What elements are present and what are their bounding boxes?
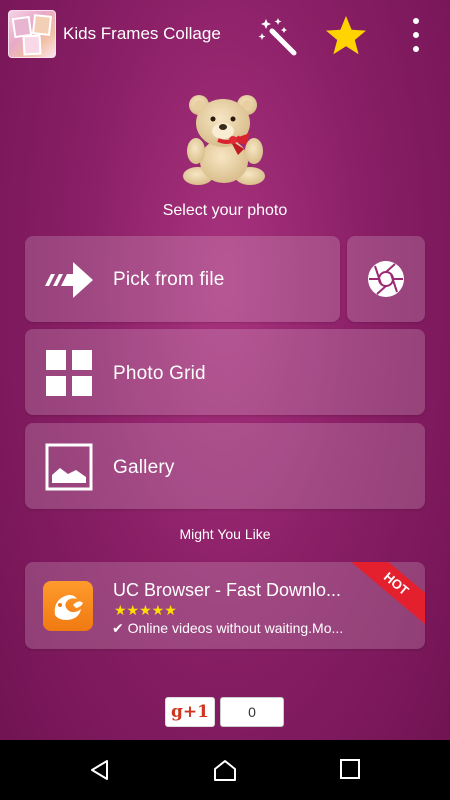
system-nav-bar: [0, 740, 450, 800]
google-plus-one-button[interactable]: g+1: [165, 697, 215, 727]
back-icon[interactable]: [88, 758, 112, 782]
more-vert-icon[interactable]: [402, 14, 430, 56]
arrow-icon: [45, 262, 93, 298]
gallery-label: Gallery: [113, 457, 175, 478]
ad-description: ✔ Online videos without waiting.Mo...: [112, 620, 344, 636]
uc-browser-icon: [43, 581, 93, 631]
app-title: Kids Frames Collage: [63, 24, 221, 43]
rating-stars: ★★★★★: [114, 602, 177, 618]
select-photo-label: Select your photo: [162, 202, 288, 219]
magic-wand-icon[interactable]: [258, 15, 300, 57]
plus-one-count: 0: [220, 697, 284, 727]
pick-from-file-label: Pick from file: [113, 269, 225, 290]
grid-icon: [46, 350, 92, 396]
photo-grid-button[interactable]: Photo Grid: [25, 329, 425, 415]
pick-from-file-button[interactable]: Pick from file: [25, 236, 340, 322]
ad-card-uc-browser[interactable]: UC Browser - Fast Downlo... ★★★★★ ✔ Onli…: [25, 562, 425, 649]
app-logo-icon: [8, 10, 56, 58]
hot-badge: HOT: [346, 562, 425, 629]
camera-shutter-icon: [368, 261, 404, 297]
hot-badge-label: HOT: [380, 569, 412, 599]
app-bar: Kids Frames Collage: [0, 0, 450, 70]
teddy-bear-icon: [183, 95, 265, 185]
star-icon[interactable]: [323, 13, 369, 59]
gallery-icon: [45, 443, 93, 491]
camera-button[interactable]: [347, 236, 425, 322]
recents-icon[interactable]: [339, 758, 361, 780]
photo-grid-label: Photo Grid: [113, 363, 206, 384]
google-plus-one-widget: g+1 0: [165, 697, 284, 727]
gallery-button[interactable]: Gallery: [25, 423, 425, 509]
might-you-like-heading: Might You Like: [179, 526, 271, 542]
home-icon[interactable]: [212, 758, 238, 782]
ad-title: UC Browser - Fast Downlo...: [113, 580, 342, 600]
